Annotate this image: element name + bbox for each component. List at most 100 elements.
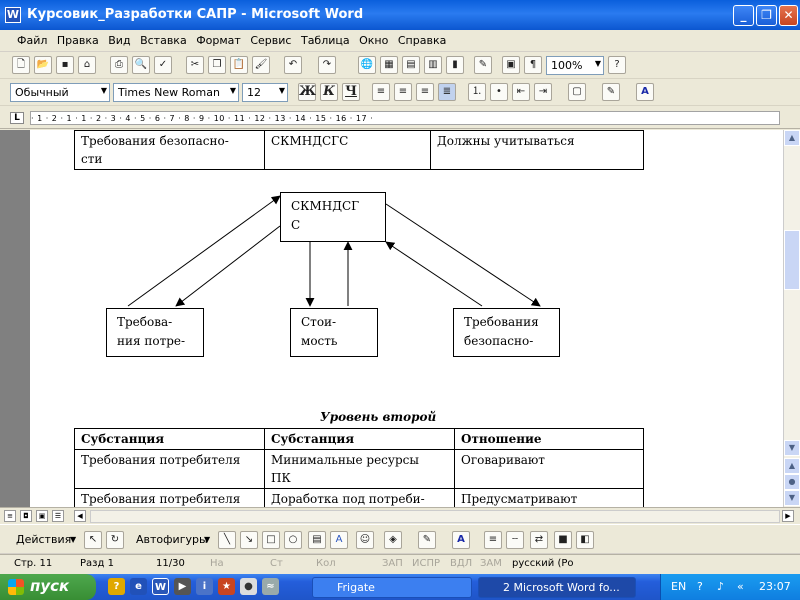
arrow-style-icon[interactable]: ⇄ [530,531,548,549]
increase-indent-icon[interactable]: ⇥ [534,83,552,101]
drawing-icon[interactable]: ✎ [474,56,492,74]
table-header-cell[interactable]: Отношение [454,428,644,450]
insert-excel-icon[interactable]: ▥ [424,56,442,74]
tray-sound-icon[interactable]: ♪ [717,580,724,593]
format-painter-icon[interactable]: 🖌 [252,56,270,74]
arrow-tool-icon[interactable]: ↘ [240,531,258,549]
autoshapes-menu[interactable]: Автофигуры [136,533,208,546]
print-preview-icon[interactable]: 🔍 [132,56,150,74]
copy-icon[interactable]: ❐ [208,56,226,74]
normal-view-icon[interactable]: ≡ [4,510,16,522]
quicklaunch-help-icon[interactable]: ? [108,578,125,595]
table-cell[interactable]: Требования потребителя [74,488,265,507]
scroll-left-icon[interactable]: ◀ [74,510,86,522]
table-header-cell[interactable]: Субстанция [264,428,455,450]
close-button[interactable]: ✕ [779,5,798,26]
minimize-button[interactable]: _ [733,5,754,26]
paste-icon[interactable]: 📋 [230,56,248,74]
menu-edit[interactable]: Правка [54,30,102,51]
align-right-icon[interactable]: ≡ [416,83,434,101]
columns-icon[interactable]: ▮ [446,56,464,74]
line-style-icon[interactable]: ≡ [484,531,502,549]
line-color-icon[interactable]: ✎ [418,531,436,549]
insert-table-icon[interactable]: ▤ [402,56,420,74]
italic-button[interactable]: К [320,83,338,101]
font-color-icon[interactable]: A [636,83,654,101]
status-overtype[interactable]: ЗАМ [480,558,502,569]
quicklaunch-explorer-icon[interactable]: e [130,578,147,595]
redo-icon[interactable]: ↷ [318,56,336,74]
tables-borders-icon[interactable]: ▦ [380,56,398,74]
web-view-icon[interactable]: ◘ [20,510,32,522]
align-left-icon[interactable]: ≡ [372,83,390,101]
actions-menu[interactable]: Действия [16,533,71,546]
oval-tool-icon[interactable]: ○ [284,531,302,549]
permission-icon[interactable]: ⌂ [78,56,96,74]
quicklaunch-media-icon[interactable]: ▶ [174,578,191,595]
horizontal-scroll-track[interactable] [90,510,780,523]
maximize-button[interactable]: ❐ [756,5,777,26]
save-icon[interactable]: ▪ [56,56,74,74]
show-formatting-icon[interactable]: ¶ [524,56,542,74]
scroll-down-icon[interactable]: ▼ [784,440,800,456]
font-size-select[interactable]: 12 ▼ [242,83,288,102]
tab-selector[interactable]: L [10,112,24,124]
status-rec[interactable]: ЗАП [382,558,403,569]
diagram-right-box[interactable]: Требования безопасно- [453,308,560,357]
dash-style-icon[interactable]: ┄ [506,531,524,549]
3d-style-icon[interactable]: ◧ [576,531,594,549]
numbering-icon[interactable]: ⒈ [468,83,486,101]
previous-page-icon[interactable]: ▲ [784,458,800,474]
tray-expand-icon[interactable]: « [737,580,744,593]
underline-button[interactable]: Ч [342,83,360,101]
text-box-icon[interactable]: ▤ [308,531,326,549]
new-document-icon[interactable]: 🗋 [12,56,30,74]
line-tool-icon[interactable]: ╲ [218,531,236,549]
table-cell[interactable]: Минимальные ресурсы ПК [264,449,455,489]
next-page-icon[interactable]: ▼ [784,490,800,506]
quicklaunch-file-icon[interactable]: i [196,578,213,595]
quicklaunch-network-icon[interactable]: ≈ [262,578,279,595]
menu-tools[interactable]: Сервис [247,30,294,51]
menu-help[interactable]: Справка [395,30,449,51]
spelling-icon[interactable]: ✓ [154,56,172,74]
hyperlink-icon[interactable]: 🌐 [358,56,376,74]
outline-view-icon[interactable]: ☰ [52,510,64,522]
select-pointer-icon[interactable]: ↖ [84,531,102,549]
ruler-scale[interactable]: · 1 · 2 · 1 · 1 · 2 · 3 · 4 · 5 · 6 · 7 … [30,111,780,125]
tray-help-icon[interactable]: ? [697,580,703,593]
taskbar-item-word[interactable]: 2 Microsoft Word fo... [478,577,636,598]
undo-icon[interactable]: ↶ [284,56,302,74]
bullets-icon[interactable]: • [490,83,508,101]
fill-color-icon[interactable]: ◈ [384,531,402,549]
scroll-thumb[interactable] [784,230,800,290]
diagram-left-box[interactable]: Требова- ния потре- [106,308,204,357]
justify-icon[interactable]: ≣ [438,83,456,101]
browse-object-icon[interactable]: ● [784,474,800,490]
status-extend[interactable]: ВДЛ [450,558,472,569]
table-cell[interactable]: Доработка под потреби- [264,488,455,507]
rectangle-tool-icon[interactable]: □ [262,531,280,549]
print-icon[interactable]: ⎙ [110,56,128,74]
taskbar-item-frigate[interactable]: Frigate [312,577,472,598]
align-center-icon[interactable]: ≡ [394,83,412,101]
table-cell[interactable]: Оговаривают [454,449,644,489]
menu-format[interactable]: Формат [193,30,244,51]
zoom-select[interactable]: 100% ▼ [546,56,604,75]
menu-window[interactable]: Окно [356,30,391,51]
clipart-icon[interactable]: ☺ [356,531,374,549]
bold-button[interactable]: Ж [298,83,316,101]
start-button[interactable]: пуск [0,574,96,600]
rotate-icon[interactable]: ↻ [106,531,124,549]
font-color-icon[interactable]: A [452,531,470,549]
menu-insert[interactable]: Вставка [137,30,190,51]
decrease-indent-icon[interactable]: ⇤ [512,83,530,101]
highlight-icon[interactable]: ✎ [602,83,620,101]
table-cell[interactable]: Требования потребителя [74,449,265,489]
help-icon[interactable]: ? [608,56,626,74]
scroll-up-icon[interactable]: ▲ [784,130,800,146]
shadow-style-icon[interactable]: ■ [554,531,572,549]
diagram-center-box[interactable]: СКМНДСГ С [280,192,386,242]
style-select[interactable]: Обычный ▼ [10,83,110,102]
borders-icon[interactable]: ▢ [568,83,586,101]
